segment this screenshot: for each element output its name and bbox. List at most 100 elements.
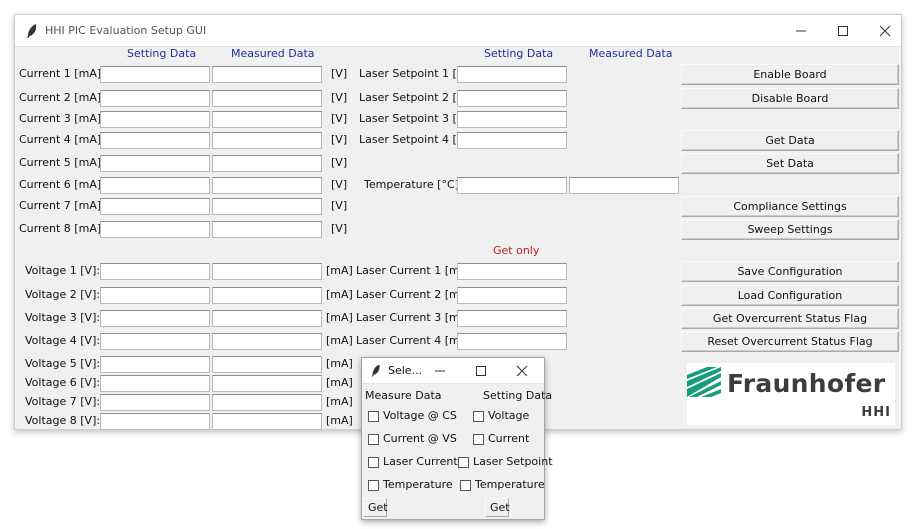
sweep-settings-button[interactable]: Sweep Settings xyxy=(681,219,899,240)
current-6-setting-input[interactable] xyxy=(100,177,210,194)
current-2-measured-field xyxy=(212,90,322,107)
current-3-setting-input[interactable] xyxy=(100,111,210,128)
voltage-1-measured-field xyxy=(212,263,322,280)
measure-item-label: Temperature xyxy=(383,478,453,491)
load-configuration-button[interactable]: Load Configuration xyxy=(681,285,899,306)
current-6-measured-field xyxy=(212,177,322,194)
save-configuration-button[interactable]: Save Configuration xyxy=(681,261,899,282)
measure-current-vs-checkbox[interactable] xyxy=(368,434,379,445)
setting-current-checkbox[interactable] xyxy=(473,434,484,445)
laser-current-4-field xyxy=(457,333,567,350)
voltage-7-setting-input[interactable] xyxy=(100,394,210,411)
unit-label: [V] xyxy=(331,67,348,80)
maximize-icon xyxy=(838,26,848,36)
current-1-setting-input[interactable] xyxy=(100,66,210,83)
current-label: Current 4 [mA]: xyxy=(19,133,105,146)
laser-setpoint-2-input[interactable] xyxy=(457,90,567,107)
unit-label: [V] xyxy=(331,133,348,146)
disable-board-button[interactable]: Disable Board xyxy=(681,88,899,109)
temperature-setting-input[interactable] xyxy=(457,177,567,194)
fraunhofer-logo: Fraunhofer HHI xyxy=(687,363,895,425)
popup-close-icon[interactable] xyxy=(516,365,528,377)
compliance-settings-button[interactable]: Compliance Settings xyxy=(681,196,899,217)
current-7-setting-input[interactable] xyxy=(100,198,210,215)
laser-current-label: Laser Current 2 [mA] xyxy=(356,288,472,301)
maximize-button[interactable] xyxy=(823,19,863,43)
setting-item-label: Current xyxy=(488,432,530,445)
current-2-setting-input[interactable] xyxy=(100,90,210,107)
laser-current-1-field xyxy=(457,263,567,280)
laser-current-2-field xyxy=(457,287,567,304)
voltage-label: Voltage 6 [V]: xyxy=(25,376,101,389)
setting-voltage-checkbox[interactable] xyxy=(473,411,484,422)
current-label: Current 7 [mA]: xyxy=(19,199,105,212)
measure-voltage-cs-checkbox[interactable] xyxy=(368,411,379,422)
current-3-measured-field xyxy=(212,111,322,128)
popup-maximize-icon[interactable] xyxy=(475,365,487,377)
laser-current-label: Laser Current 3 [mA] xyxy=(356,311,472,324)
unit-label: [mA] xyxy=(326,334,353,347)
laser-setpoint-1-input[interactable] xyxy=(457,66,567,83)
voltage-label: Voltage 3 [V]: xyxy=(25,311,101,324)
get-overcurrent-status-button[interactable]: Get Overcurrent Status Flag xyxy=(681,308,899,329)
select-popup-window: Sele... Measure Data Setting Data Voltag… xyxy=(361,357,553,520)
unit-label: [V] xyxy=(331,199,348,212)
popup-title: Sele... xyxy=(388,364,423,377)
feather-icon xyxy=(371,364,380,377)
voltage-6-measured-field xyxy=(212,375,322,392)
voltage-label: Voltage 1 [V]: xyxy=(25,264,101,277)
minimize-button[interactable] xyxy=(781,19,821,43)
current-8-setting-input[interactable] xyxy=(100,221,210,238)
voltage-3-measured-field xyxy=(212,310,322,327)
unit-label: [V] xyxy=(331,156,348,169)
voltage-label: Voltage 8 [V]: xyxy=(25,414,101,427)
logo-name: Fraunhofer xyxy=(727,369,886,398)
current-1-measured-field xyxy=(212,66,322,83)
voltage-1-setting-input[interactable] xyxy=(100,263,210,280)
current-label: Current 3 [mA]: xyxy=(19,112,105,125)
voltage-4-setting-input[interactable] xyxy=(100,333,210,350)
window-title: HHI PIC Evaluation Setup GUI xyxy=(45,24,207,37)
popup-get-measure-button[interactable]: Get xyxy=(363,498,388,517)
unit-label: [V] xyxy=(331,178,348,191)
unit-label: [mA] xyxy=(326,311,353,324)
popup-get-setting-button[interactable]: Get xyxy=(485,498,510,517)
unit-label: [V] xyxy=(331,91,348,104)
voltage-label: Voltage 7 [V]: xyxy=(25,395,101,408)
voltage-5-setting-input[interactable] xyxy=(100,356,210,373)
laser-setpoint-3-input[interactable] xyxy=(457,111,567,128)
close-button[interactable] xyxy=(865,19,905,43)
close-icon xyxy=(879,25,891,37)
voltage-2-setting-input[interactable] xyxy=(100,287,210,304)
voltage-7-measured-field xyxy=(212,394,322,411)
current-5-setting-input[interactable] xyxy=(100,155,210,172)
popup-minimize-icon[interactable] xyxy=(434,366,446,376)
current-label: Current 2 [mA]: xyxy=(19,91,105,104)
voltage-3-setting-input[interactable] xyxy=(100,310,210,327)
voltage-6-setting-input[interactable] xyxy=(100,375,210,392)
voltage-8-setting-input[interactable] xyxy=(100,413,210,430)
enable-board-button[interactable]: Enable Board xyxy=(681,64,899,85)
voltage-5-measured-field xyxy=(212,356,322,373)
unit-label: [V] xyxy=(331,112,348,125)
reset-overcurrent-status-button[interactable]: Reset Overcurrent Status Flag xyxy=(681,331,899,352)
unit-label: [mA] xyxy=(326,376,353,389)
popup-setting-header: Setting Data xyxy=(483,389,553,402)
voltage-4-measured-field xyxy=(212,333,322,350)
header-measured-data-left: Measured Data xyxy=(231,47,315,60)
get-data-button[interactable]: Get Data xyxy=(681,130,899,151)
setting-laser-setpoint-checkbox[interactable] xyxy=(458,457,469,468)
laser-setpoint-4-input[interactable] xyxy=(457,132,567,149)
measure-item-label: Laser Current xyxy=(383,455,458,468)
measure-laser-current-checkbox[interactable] xyxy=(368,457,379,468)
set-data-button[interactable]: Set Data xyxy=(681,153,899,174)
get-only-label: Get only xyxy=(493,244,540,257)
measure-item-label: Current @ VS xyxy=(383,432,457,445)
measure-temperature-checkbox[interactable] xyxy=(368,480,379,491)
laser-current-label: Laser Current 4 [mA] xyxy=(356,334,472,347)
current-7-measured-field xyxy=(212,198,322,215)
minimize-icon xyxy=(796,30,806,32)
unit-label: [mA] xyxy=(326,414,353,427)
setting-temperature-checkbox[interactable] xyxy=(460,480,471,491)
current-4-setting-input[interactable] xyxy=(100,132,210,149)
